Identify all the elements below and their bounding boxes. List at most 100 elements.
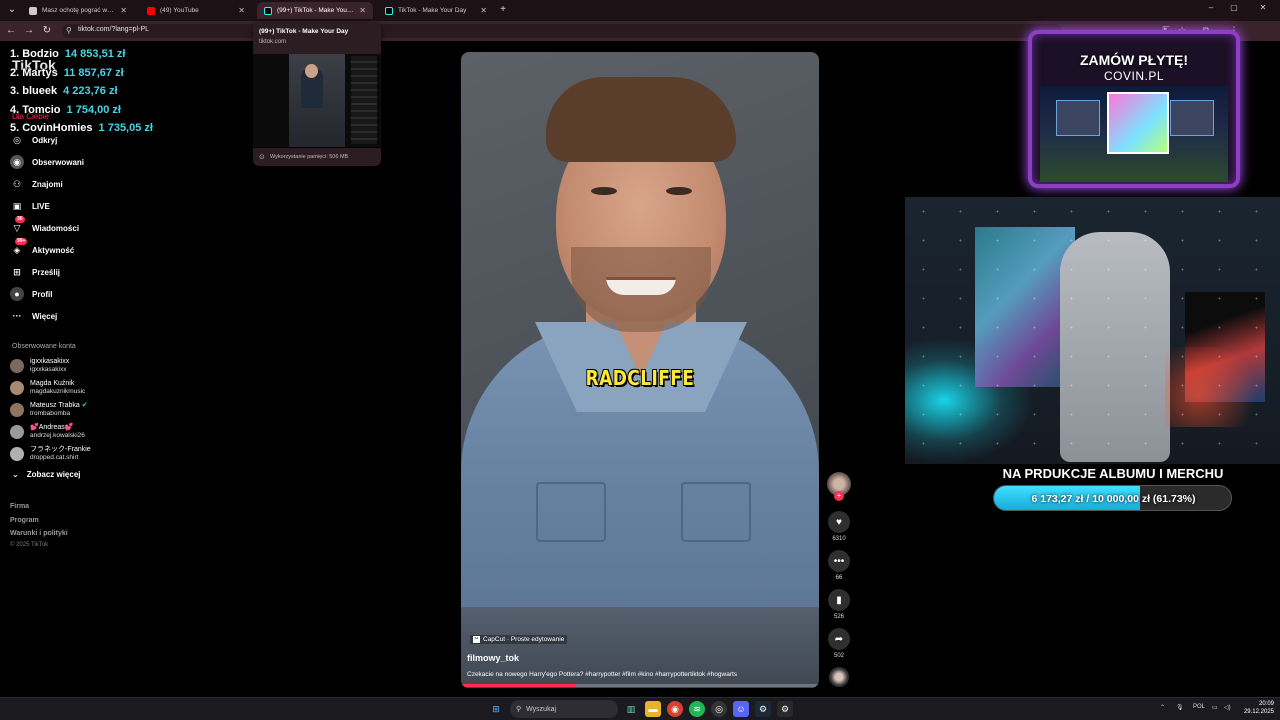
music-disc-icon[interactable] [829,667,849,687]
reload-icon[interactable]: ↻ [40,25,54,37]
nav-znajomi-label: Znajomi [32,179,63,189]
nav-wiecej[interactable]: ··· Więcej [10,308,58,324]
messages-badge: 36 [15,216,25,223]
capcut-badge[interactable]: ✂ CapCut · Proste edytowanie [470,635,568,644]
site-info-icon[interactable]: ⚲ [66,26,72,35]
nav-profil[interactable]: ● Profil [10,286,52,302]
video-description[interactable]: Czekacie na nowego Harry'ego Pottera? #h… [467,671,737,678]
microphone-icon[interactable]: 🎙︎ [1176,704,1184,711]
nav-znajomi[interactable]: ⚇ Znajomi [10,176,63,192]
windows-start-icon[interactable]: ⊞ [488,701,504,717]
bookmark-icon: ▮ [828,589,850,611]
avatar [10,403,24,417]
tab-2[interactable]: (49) YouTube ✕ [140,2,252,19]
save-button[interactable]: ▮ 526 [827,589,851,620]
like-button[interactable]: ♥ 6310 [827,511,851,542]
video-progress-fill [461,684,576,687]
taskbar-clock[interactable]: 20:09 29.12.2025 [1236,700,1274,716]
donor-amount: 4 223,76 zł [63,85,118,97]
tab-2-close-icon[interactable]: ✕ [238,6,245,15]
tab-hover-preview: (99+) TikTok - Make Your Day tiktok.com … [253,22,381,166]
video-frame-hair [546,77,736,162]
back-icon[interactable]: ← [4,25,18,37]
file-explorer-icon[interactable]: ▬ [645,701,661,717]
taskbar-search[interactable]: ⚲ Wyszukaj [510,700,618,718]
network-icon[interactable]: ▭ [1212,704,1218,711]
followed-account[interactable]: 💕Andreas💕 andrzej.kowalski26 [10,422,85,442]
share-count: 502 [833,653,844,659]
donor-name: 4. Tomcio [10,103,61,116]
activity-icon: ◈ 99+ [13,238,28,255]
followed-account[interactable]: Mateusz Trabka ✔ trombabomba [10,400,88,420]
heart-icon: ♥ [828,511,850,533]
tab-4-title: TikTok - Make Your Day [398,7,467,14]
close-window-icon[interactable]: ✕ [1252,3,1274,12]
followed-account[interactable]: igxxkasakixx igxxkasakixx [10,356,69,376]
donation-leaderboard: 1. Bodzio 14 853,51 zł 2. Martys 11 857,67… [10,48,153,141]
nav-przeslij-label: Prześlij [32,267,61,277]
nav-przeslij[interactable]: ⊞ Prześlij [10,264,60,280]
nav-obserwowani[interactable]: ◉ Obserwowani [10,154,84,170]
donor-amount: 1 754,00 zł [66,103,121,116]
discord-icon[interactable]: ☺ [733,701,749,717]
donor-name: 2. Martys [10,66,58,79]
tab-1-title: Masz ochotę pograć w gry Mul [42,7,115,14]
following-icon: ◉ [10,155,24,169]
tab-3[interactable]: (99+) TikTok - Make Your Day ✕ [257,2,373,19]
account-handle: dropped.cat.shirt [30,454,79,461]
nav-aktywnosc[interactable]: ◈ 99+ Aktywność [10,238,74,258]
steam-icon[interactable]: ⚙ [755,701,771,717]
followed-account[interactable]: フラネック-Frankie dropped.cat.shirt [10,444,91,464]
nav-obserwowani-label: Obserwowani [32,157,85,167]
see-more-button[interactable]: ⌄ Zobacz więcej [12,470,81,479]
tab-list-icon[interactable]: ⌄ [5,4,19,16]
footer-link-firma[interactable]: Firma [10,503,29,510]
video-player[interactable]: RADCLIFFE ✂ CapCut · Proste edytowanie f… [461,52,819,688]
follow-plus-icon[interactable]: + [834,491,844,501]
taskbar-search-label: Wyszukaj [526,705,557,713]
obs-icon[interactable]: ◎ [711,701,727,717]
nav-live[interactable]: ▣ LIVE [10,198,50,214]
comment-count: 66 [835,575,843,581]
url-field[interactable]: ⚲ tiktok.com/?lang=pl-PL [62,24,1062,38]
task-view-icon[interactable]: ▥ [623,701,639,717]
tab-3-close-icon[interactable]: ✕ [359,6,366,15]
account-name: Magda Kuźnik [30,380,75,387]
album-promo-overlay: ZAMÓW PŁYTĘ! COVIN.PL [1020,24,1248,192]
chrome-icon[interactable]: ◉ [667,701,683,717]
minimize-icon[interactable]: – [1200,3,1222,12]
video-progress-bar[interactable] [461,684,819,687]
share-button[interactable]: ➦ 502 [827,628,851,659]
video-frame-pocket [681,482,751,542]
tab-1-favicon-icon [29,6,37,15]
preview-thumbnail [253,54,381,147]
webcam-feed [905,197,1280,464]
tab-4-close-icon[interactable]: ✕ [480,6,487,15]
tab-4[interactable]: TikTok - Make Your Day ✕ [378,2,494,19]
avatar [10,381,24,395]
language-indicator[interactable]: POL [1193,704,1205,710]
settings-icon[interactable]: ⚙ [777,701,793,717]
tray-chevron-icon[interactable]: ⌃ [1160,704,1165,711]
footer-link-program[interactable]: Program [10,517,39,524]
tab-1[interactable]: Masz ochotę pograć w gry Mul ✕ [22,2,134,19]
like-count: 6310 [832,536,846,542]
album-promo-title: ZAMÓW PŁYTĘ! [1079,52,1189,68]
nav-wiadomosci[interactable]: ▽ 36 Wiadomości [10,216,79,236]
activity-badge: 99+ [15,238,28,245]
comment-icon: ••• [828,550,850,572]
followed-account[interactable]: Magda Kuźnik magdakuznikmusic [10,378,85,398]
leaderboard-row: 5. CovinHomies 1 735,05 zł [10,122,153,141]
footer-link-terms[interactable]: Warunki i polityki [10,530,68,537]
video-author[interactable]: filmowy_tok [467,653,519,663]
new-tab-icon[interactable]: + [496,4,510,16]
comment-button[interactable]: ••• 66 [827,550,851,581]
goal-title: NA PRDUKCJE ALBUMU I MERCHU [1002,466,1224,481]
tab-1-close-icon[interactable]: ✕ [120,6,127,15]
tiktok-icon [264,6,272,15]
volume-icon[interactable]: ◁) [1224,704,1231,711]
spotify-icon[interactable]: ≋ [689,701,705,717]
forward-icon[interactable]: → [22,25,36,37]
house-window-image [1056,100,1100,136]
maximize-icon[interactable]: ▢ [1223,3,1245,12]
